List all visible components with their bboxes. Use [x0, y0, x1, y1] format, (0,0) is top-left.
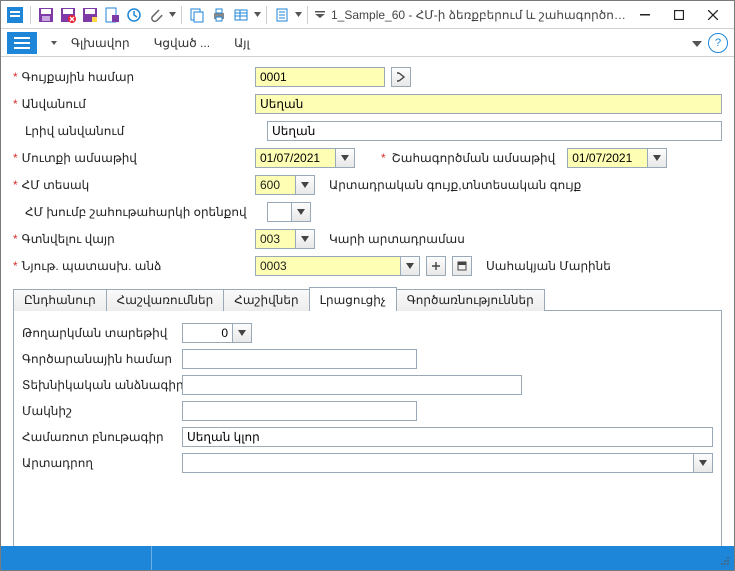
full-name-input[interactable] [267, 121, 722, 141]
responsible-add-icon[interactable] [426, 256, 446, 276]
hm-type-select[interactable]: 600 [255, 175, 295, 195]
location-desc: Կարի արտադրամաս [329, 232, 465, 246]
statusbar [1, 546, 734, 570]
responsible-desc: Սահակյան Մարինե [486, 259, 611, 273]
hm-group-select[interactable] [267, 202, 291, 222]
release-year-input[interactable] [182, 323, 232, 343]
menu-main[interactable]: Գլխավոր [61, 32, 140, 54]
lbl-factory-no: Գործարանային համար [22, 352, 182, 366]
inventory-no-input[interactable] [255, 67, 385, 87]
location-select[interactable]: 003 [255, 229, 295, 249]
lbl-hm-group: ՀՄ խումբ շահութահարկի օրենքով [25, 205, 247, 219]
maximize-button[interactable] [662, 3, 696, 27]
short-spec-input[interactable] [182, 427, 713, 447]
tab-panel-additional: Թողարկման տարեթիվ Գործարանային համար Տեխ… [13, 310, 722, 546]
name-input[interactable] [255, 94, 722, 114]
lbl-brand: Մակնիշ [22, 404, 182, 418]
list-view-dropdown[interactable] [51, 41, 57, 45]
app-window: 1_Sample_60 - ՀՄ-ի ձեռքբերում և շահագործ… [0, 0, 735, 571]
responsible-dropdown-icon[interactable] [400, 256, 420, 276]
save-close-icon[interactable] [58, 5, 78, 25]
inventory-no-generate-icon[interactable] [391, 67, 411, 87]
lbl-hm-type: ՀՄ տեսակ [22, 178, 90, 192]
close-button[interactable] [696, 3, 730, 27]
menu-other[interactable]: Այլ [224, 32, 260, 54]
producer-select[interactable] [182, 453, 693, 473]
tab-additional[interactable]: Լրացուցիչ [309, 287, 397, 311]
attach-icon[interactable] [146, 5, 166, 25]
lbl-short-spec: Համառոտ բնութագիր [22, 430, 182, 444]
lbl-release-year: Թողարկման տարեթիվ [22, 326, 182, 340]
hm-group-dropdown-icon[interactable] [291, 202, 311, 222]
grid-dropdown[interactable] [253, 12, 261, 17]
toolbar [5, 5, 327, 25]
save-icon[interactable] [36, 5, 56, 25]
doc-dropdown[interactable] [294, 12, 302, 17]
hm-type-desc: Արտադրական գույք,տնտեսական գույք [329, 178, 581, 192]
overflow-dropdown[interactable] [313, 11, 327, 18]
resize-grip-icon[interactable] [720, 556, 730, 566]
titlebar: 1_Sample_60 - ՀՄ-ի ձեռքբերում և շահագործ… [1, 1, 734, 29]
attach-dropdown[interactable] [168, 12, 176, 17]
tabs: Ընդհանուր Հաշվառումներ Հաշիվներ Լրացուցի… [13, 286, 722, 546]
menu-overflow[interactable] [692, 36, 702, 50]
save-template-icon[interactable] [102, 5, 122, 25]
location-dropdown-icon[interactable] [295, 229, 315, 249]
release-year-dropdown-icon[interactable] [232, 323, 252, 343]
lbl-full-name: Լրիվ անվանում [25, 124, 124, 138]
print-icon[interactable] [209, 5, 229, 25]
lbl-producer: Արտադրող [22, 456, 182, 470]
lbl-entry-date: Մուտքի ամսաթիվ [22, 151, 137, 165]
lbl-tech-passport: Տեխնիկական անձնագիր [22, 378, 182, 392]
exploit-date-picker-icon[interactable] [647, 148, 667, 168]
list-view-button[interactable] [7, 32, 37, 54]
lbl-location: Գտնվելու վայր [22, 232, 115, 246]
factory-no-input[interactable] [182, 349, 417, 369]
entry-date-input[interactable] [255, 148, 335, 168]
lbl-exploit-date: Շահագործման ամսաթիվ [392, 151, 556, 165]
save-new-icon[interactable] [80, 5, 100, 25]
minimize-button[interactable] [628, 3, 662, 27]
window-controls [628, 3, 730, 27]
grid-icon[interactable] [231, 5, 251, 25]
copy-icon[interactable] [187, 5, 207, 25]
menu-collapsed[interactable]: Կցված ... [144, 32, 220, 54]
doc-icon[interactable] [272, 5, 292, 25]
responsible-open-icon[interactable] [452, 256, 472, 276]
tab-general[interactable]: Ընդհանուր [13, 289, 107, 311]
app-icon [5, 5, 25, 25]
history-icon[interactable] [124, 5, 144, 25]
form-body: *Գույքային համար *Անվանում Լրիվ անվանում… [1, 57, 734, 546]
tech-passport-input[interactable] [182, 375, 522, 395]
help-icon[interactable]: ? [708, 33, 728, 53]
window-title: 1_Sample_60 - ՀՄ-ի ձեռքբերում և շահագործ… [331, 8, 628, 22]
hm-type-dropdown-icon[interactable] [295, 175, 315, 195]
brand-input[interactable] [182, 401, 417, 421]
exploit-date-input[interactable] [567, 148, 647, 168]
lbl-name: Անվանում [22, 97, 86, 111]
tab-accounting[interactable]: Հաշվառումներ [106, 289, 225, 311]
lbl-inventory-no: Գույքային համար [22, 70, 134, 84]
tab-operations[interactable]: Գործառնություններ [396, 289, 545, 311]
entry-date-picker-icon[interactable] [335, 148, 355, 168]
lbl-responsible: Նյութ. պատասխ. անձ [22, 259, 162, 273]
responsible-select[interactable]: 0003 [255, 256, 400, 276]
producer-dropdown-icon[interactable] [693, 453, 713, 473]
menubar: Գլխավոր Կցված ... Այլ ? [1, 29, 734, 57]
tab-accounts[interactable]: Հաշիվներ [223, 289, 309, 311]
